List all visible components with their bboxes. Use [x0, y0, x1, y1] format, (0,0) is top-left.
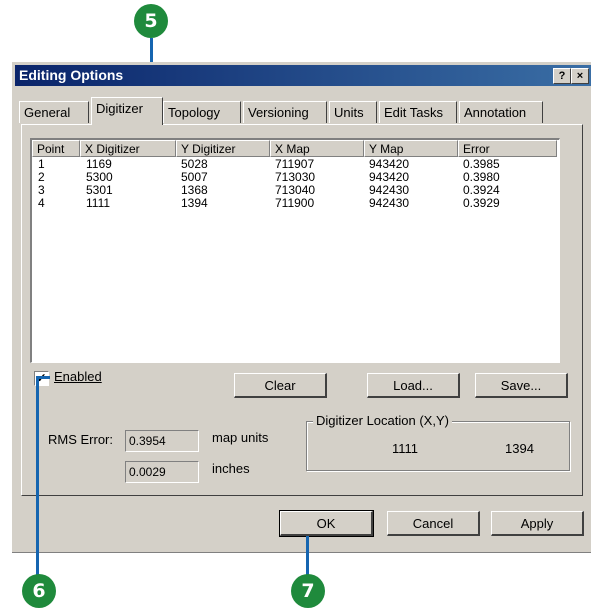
tab-edit-tasks[interactable]: Edit Tasks	[379, 101, 457, 123]
rms-inches-field: 0.0029	[125, 461, 199, 483]
cell-x-digitizer: 1111	[86, 196, 111, 210]
column-header-y-digitizer[interactable]: Y Digitizer	[176, 140, 270, 157]
title-bar: Editing Options ? ×	[15, 65, 591, 86]
cell-x-map: 711900	[275, 196, 315, 210]
clear-button[interactable]: Clear	[234, 373, 327, 398]
cancel-button[interactable]: Cancel	[387, 511, 480, 536]
rms-map-units-field: 0.3954	[125, 430, 199, 452]
location-x-value: 1111	[392, 441, 419, 456]
tab-units[interactable]: Units	[329, 101, 377, 123]
callout-6-leader-vertical	[36, 376, 39, 576]
callout-7: 7	[291, 574, 325, 608]
help-button[interactable]: ?	[553, 68, 571, 84]
callout-5: 5	[134, 4, 168, 38]
enabled-label[interactable]: Enabled	[54, 369, 102, 384]
callout-6: 6	[22, 574, 56, 608]
cell-point: 4	[38, 196, 45, 210]
window-title: Editing Options	[19, 67, 124, 83]
column-header-point[interactable]: Point	[32, 140, 80, 157]
cell-y-digitizer: 1394	[181, 196, 208, 210]
close-button[interactable]: ×	[571, 68, 589, 84]
callout-7-leader	[306, 536, 309, 576]
tab-topology[interactable]: Topology	[163, 101, 241, 123]
tab-versioning[interactable]: Versioning	[243, 101, 327, 123]
location-y-value: 1394	[505, 441, 534, 456]
tab-general[interactable]: General	[19, 101, 89, 123]
digitizer-location-title: Digitizer Location (X,Y)	[313, 413, 452, 428]
table-row[interactable]: 4 1111 1394 711900 942430 0.3929	[32, 197, 559, 210]
ok-button[interactable]: OK	[279, 510, 374, 537]
cell-error: 0.3929	[463, 196, 500, 210]
inches-label: inches	[212, 461, 250, 476]
load-button[interactable]: Load...	[367, 373, 460, 398]
save-button[interactable]: Save...	[475, 373, 568, 398]
cell-y-map: 942430	[369, 196, 410, 210]
map-units-label: map units	[212, 430, 269, 445]
column-header-x-map[interactable]: X Map	[270, 140, 364, 157]
rms-error-label: RMS Error:	[48, 432, 113, 447]
digitizer-points-table[interactable]: Point X Digitizer Y Digitizer X Map Y Ma…	[30, 138, 560, 363]
tab-annotation[interactable]: Annotation	[459, 101, 543, 123]
tab-digitizer[interactable]: Digitizer	[91, 97, 163, 125]
column-header-x-digitizer[interactable]: X Digitizer	[80, 140, 176, 157]
dialog-bottom-divider	[12, 552, 591, 555]
apply-button[interactable]: Apply	[491, 511, 584, 536]
column-header-y-map[interactable]: Y Map	[364, 140, 458, 157]
column-header-error[interactable]: Error	[458, 140, 557, 157]
